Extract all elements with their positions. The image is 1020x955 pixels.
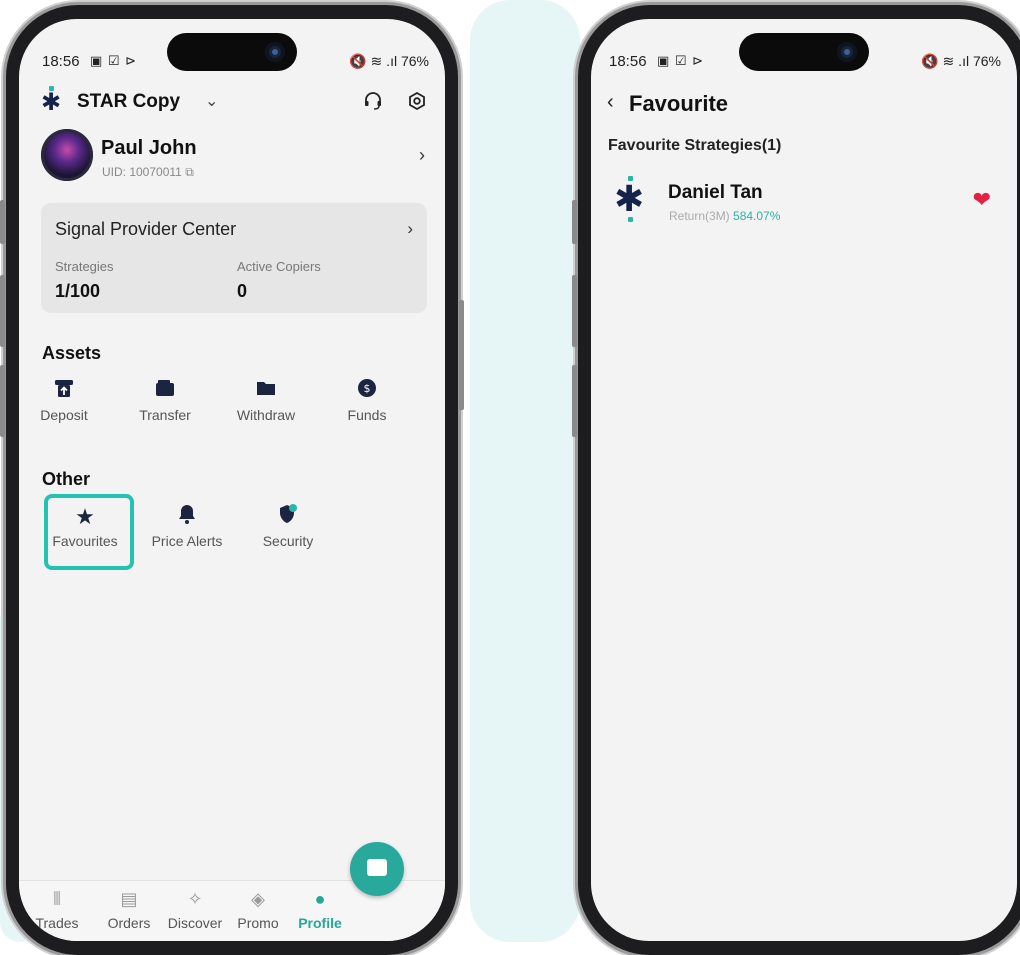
heart-icon[interactable]: ❤	[973, 187, 991, 213]
price-alerts-label: Price Alerts	[151, 533, 223, 549]
bell-icon	[142, 503, 232, 531]
tab-label: Trades	[35, 915, 79, 931]
status-right: 🔇 ≋ .ıl 76%	[921, 53, 1001, 70]
profile-row[interactable]: Paul John UID: 10070011 ⧉ ›	[41, 129, 427, 187]
tab-trades[interactable]: ⫴ Trades	[25, 887, 89, 931]
settings-icon[interactable]	[407, 91, 427, 116]
chevron-right-icon[interactable]: ›	[419, 145, 425, 166]
phone-side-button	[572, 275, 577, 347]
app-header: ✱ STAR Copy ⌄	[41, 86, 427, 119]
tab-label: Discover	[167, 915, 223, 931]
receipt-icon: ▤	[120, 889, 138, 909]
phone-side-button	[572, 200, 577, 244]
tab-label: Orders	[107, 915, 151, 931]
uid-text: UID: 10070011	[102, 165, 182, 179]
phone-frame-profile: 18:56 ▣ ☑ ⊳ 🔇 ≋ .ıl 76% ✱ STAR Copy ⌄ Pa…	[0, 5, 464, 955]
back-arrow-icon[interactable]: ‹	[607, 91, 614, 114]
return-value: 584.07%	[733, 209, 781, 223]
security-label: Security	[262, 533, 314, 549]
price-alerts-button[interactable]: Price Alerts	[142, 503, 232, 549]
signal-icons: 🔇 ≋ .ıl	[921, 53, 970, 69]
battery-level: 76%	[972, 53, 1001, 69]
headset-icon[interactable]	[363, 91, 383, 116]
user-name: Paul John	[101, 137, 197, 159]
transfer-label: Transfer	[139, 407, 191, 423]
withdraw-button[interactable]: Withdraw	[221, 377, 311, 423]
shield-icon	[243, 503, 333, 531]
status-time: 18:56	[609, 53, 647, 70]
funds-button[interactable]: $ Funds	[322, 377, 412, 423]
tab-label: Promo	[237, 915, 279, 931]
phone-side-button	[572, 365, 577, 437]
promo-icon: ◈	[251, 889, 265, 909]
tab-label: Profile	[298, 915, 342, 931]
favourite-screen: 18:56 ▣ ☑ ⊳ 🔇 ≋ .ıl 76% ‹ Favourite Favo…	[591, 19, 1017, 941]
folder-icon	[221, 377, 311, 405]
deposit-icon	[19, 377, 109, 405]
star-logo-icon: ✱	[614, 176, 644, 222]
user-uid: UID: 10070011 ⧉	[102, 165, 194, 180]
page-title: Favourite	[629, 91, 729, 116]
status-bar: 18:56 ▣ ☑ ⊳ 🔇 ≋ .ıl 76%	[42, 53, 429, 73]
chevron-down-icon[interactable]: ⌄	[205, 91, 218, 111]
tab-promo[interactable]: ◈ Promo	[226, 887, 290, 931]
candlestick-icon: ⫴	[53, 889, 61, 909]
status-time: 18:56	[42, 53, 80, 70]
status-right: 🔇 ≋ .ıl 76%	[349, 53, 429, 70]
telescope-icon: ✧	[187, 889, 203, 909]
wallet-icon	[120, 377, 210, 405]
notification-icons: ▣ ☑ ⊳	[657, 53, 705, 68]
notification-icons: ▣ ☑ ⊳	[90, 53, 138, 68]
battery-level: 76%	[400, 53, 429, 69]
strategy-return: Return(3M) 584.07%	[669, 209, 780, 223]
return-label: Return(3M)	[669, 209, 730, 223]
avatar[interactable]	[41, 129, 93, 181]
app-title[interactable]: STAR Copy	[77, 91, 180, 113]
favourites-highlight-box	[44, 494, 134, 570]
assets-heading: Assets	[42, 343, 102, 363]
phone-side-button	[459, 300, 464, 410]
copy-icon[interactable]: ⧉	[185, 165, 194, 179]
star-logo-icon: ✱	[41, 86, 61, 115]
coin-icon: $	[322, 377, 412, 405]
strategies-label: Strategies	[55, 259, 114, 274]
phone-frame-favourite: 18:56 ▣ ☑ ⊳ 🔇 ≋ .ıl 76% ‹ Favourite Favo…	[572, 5, 1020, 955]
chevron-right-icon: ›	[407, 219, 413, 238]
funds-label: Funds	[347, 407, 387, 423]
svg-text:$: $	[364, 382, 371, 395]
active-copiers-value: 0	[237, 281, 248, 301]
status-bar: 18:56 ▣ ☑ ⊳ 🔇 ≋ .ıl 76%	[609, 53, 1001, 73]
favourite-strategies-heading: Favourite Strategies(1)	[608, 137, 782, 154]
phone-side-button	[0, 275, 5, 347]
strategy-name: Daniel Tan	[668, 182, 763, 203]
tab-discover[interactable]: ✧ Discover	[163, 887, 227, 931]
strategies-value: 1/100	[55, 281, 101, 301]
phone-side-button	[0, 365, 5, 437]
phone-side-button	[0, 200, 5, 244]
other-heading: Other	[42, 469, 91, 489]
strategy-list-item[interactable]: ✱ Daniel Tan Return(3M) 584.07% ❤	[608, 176, 1003, 229]
signal-provider-card[interactable]: Signal Provider Center › Strategies 1/10…	[41, 203, 427, 313]
security-button[interactable]: Security	[243, 503, 333, 549]
signal-provider-title: Signal Provider Center	[55, 219, 237, 239]
deposit-label: Deposit	[40, 407, 88, 423]
withdraw-label: Withdraw	[236, 407, 296, 423]
deposit-button[interactable]: Deposit	[19, 377, 109, 423]
background-stripe	[470, 0, 580, 942]
transfer-button[interactable]: Transfer	[120, 377, 210, 423]
tab-orders[interactable]: ▤ Orders	[97, 887, 161, 931]
profile-screen: 18:56 ▣ ☑ ⊳ 🔇 ≋ .ıl 76% ✱ STAR Copy ⌄ Pa…	[19, 19, 445, 941]
person-icon: ●	[314, 889, 326, 909]
signal-icons: 🔇 ≋ .ıl	[349, 53, 398, 69]
tab-profile[interactable]: ● Profile	[288, 887, 352, 931]
wallet-icon	[367, 859, 387, 876]
wallet-fab-button[interactable]	[350, 842, 404, 896]
active-copiers-label: Active Copiers	[237, 259, 321, 274]
